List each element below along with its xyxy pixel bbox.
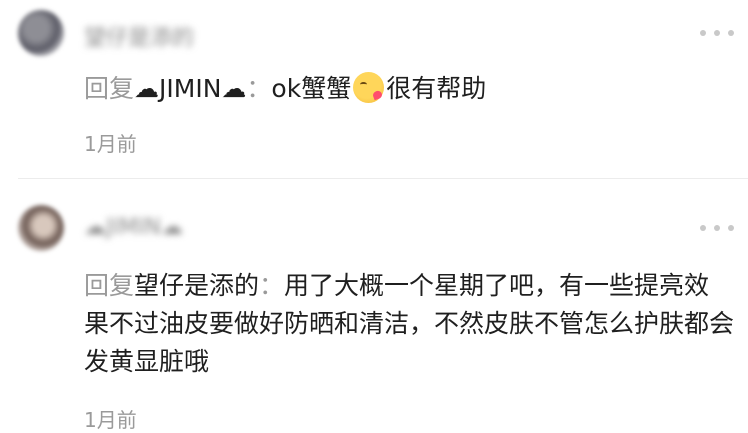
comment-text: 很有帮助 (386, 74, 487, 103)
reply-colon: ： (246, 74, 272, 103)
dot-icon (714, 30, 720, 36)
more-options-icon[interactable] (700, 224, 734, 232)
dot-icon (700, 30, 706, 36)
reply-prefix: 回复 (84, 271, 135, 300)
kissing-face-emoji-icon (353, 72, 385, 103)
comment-item: ☁JIMIN☁ 回复望仔是添的：用了大概一个星期了吧，有一些提亮效果不过油皮要做… (0, 179, 748, 432)
comment-username[interactable]: 望仔是添的 (84, 20, 194, 52)
comment-username[interactable]: ☁JIMIN☁ (84, 215, 183, 240)
dot-icon (714, 225, 720, 231)
dot-icon (700, 225, 706, 231)
comment-item: 望仔是添的 回复☁JIMIN☁：ok蟹蟹 很有帮助 1月前 (0, 0, 748, 178)
more-options-icon[interactable] (700, 29, 734, 37)
reply-colon: ： (259, 271, 285, 300)
comment-body[interactable]: 回复望仔是添的：用了大概一个星期了吧，有一些提亮效果不过油皮要做好防晒和清洁，不… (84, 267, 734, 381)
dot-icon (728, 225, 734, 231)
comment-text: ok蟹蟹 (271, 74, 352, 103)
dot-icon (728, 30, 734, 36)
avatar[interactable] (18, 205, 64, 251)
reply-prefix: 回复 (84, 74, 135, 103)
avatar[interactable] (18, 10, 64, 56)
comment-body[interactable]: 回复☁JIMIN☁：ok蟹蟹 很有帮助 (84, 70, 734, 108)
reply-target-username[interactable]: 望仔是添的 (134, 271, 259, 300)
comment-time: 1月前 (84, 132, 137, 156)
reply-target-username[interactable]: ☁JIMIN☁ (134, 74, 246, 103)
